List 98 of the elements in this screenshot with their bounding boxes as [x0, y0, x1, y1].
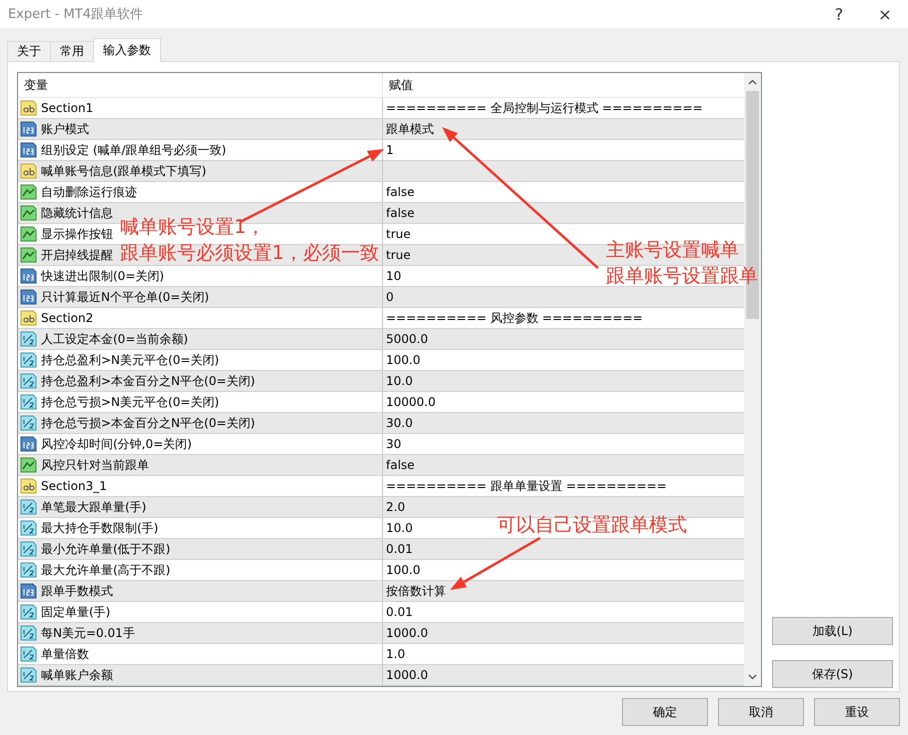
parameter-value[interactable]: 5000.0	[386, 332, 428, 346]
parameter-value[interactable]: 0.01	[386, 542, 413, 556]
parameter-name: 持仓总亏损>N美元平仓(0=关闭)	[41, 394, 220, 410]
annotation-text: 主账号设置喊单	[606, 238, 740, 263]
parameter-value[interactable]: 10	[386, 269, 402, 283]
decimal-type-icon	[20, 520, 37, 536]
parameter-name: Section2	[41, 311, 94, 325]
decimal-type-icon	[20, 415, 37, 431]
parameter-name: 跟单手数模式	[41, 582, 113, 600]
boolean-type-icon	[20, 226, 37, 242]
parameter-name: 最小允许单量(低于不跟)	[41, 540, 170, 558]
parameter-value[interactable]: 1000.0	[386, 626, 428, 640]
parameter-value[interactable]: false	[386, 458, 415, 472]
scroll-up-icon[interactable]	[748, 79, 757, 85]
parameter-value[interactable]: 1.0	[386, 647, 406, 661]
dialog-button[interactable]: 取消	[718, 698, 804, 726]
parameter-value[interactable]: 1000.0	[386, 668, 428, 682]
parameter-value[interactable]: 100.0	[386, 563, 420, 577]
parameter-value[interactable]: true	[386, 227, 411, 241]
close-button[interactable]: ×	[862, 0, 908, 28]
parameter-name: 人工设定本金(0=当前余额)	[41, 330, 188, 348]
integer-type-icon	[20, 289, 37, 305]
scroll-down-icon[interactable]	[748, 674, 757, 680]
column-header[interactable]: 变量	[18, 73, 383, 97]
decimal-type-icon	[20, 625, 37, 641]
annotation-text: 跟单账号必须设置1，必须一致	[120, 241, 380, 266]
parameter-value[interactable]: false	[386, 185, 415, 199]
boolean-type-icon	[20, 457, 37, 473]
parameter-value[interactable]: 0	[386, 290, 394, 304]
dialog-button[interactable]: 重设	[814, 698, 900, 726]
parameter-name: 快速进出限制(0=关闭)	[41, 268, 164, 284]
help-button[interactable]: ?	[816, 0, 862, 28]
parameter-value[interactable]: 1	[386, 143, 394, 157]
decimal-type-icon	[20, 394, 37, 410]
parameter-name: 组别设定 (喊单/跟单组号必须一致)	[41, 142, 226, 158]
parameter-value[interactable]: ========== 跟单单量设置 ==========	[386, 478, 667, 494]
parameter-value[interactable]: 跟单模式	[386, 120, 434, 138]
text-type-icon	[20, 163, 37, 179]
parameter-value[interactable]: true	[386, 248, 411, 262]
parameter-name: 开启掉线提醒	[41, 246, 113, 264]
decimal-type-icon	[20, 373, 37, 389]
parameter-value[interactable]: 10000.0	[386, 395, 436, 409]
parameter-name: 隐藏统计信息	[41, 204, 113, 222]
parameter-name: 固定单量(手)	[41, 604, 110, 620]
annotation-text: 跟单账号设置跟单	[606, 264, 758, 289]
parameter-name: 自动删除运行痕迹	[41, 184, 137, 200]
text-type-icon	[20, 100, 37, 116]
decimal-type-icon	[20, 352, 37, 368]
parameter-name: 只计算最近N个平仓单(0=关闭)	[41, 288, 210, 306]
parameter-name: 持仓总亏损>本金百分之N平仓(0=关闭)	[41, 414, 256, 432]
parameter-name: 持仓总盈利>本金百分之N平仓(0=关闭)	[41, 372, 256, 390]
parameter-name: 单笔最大跟单量(手)	[41, 498, 146, 516]
save-button[interactable]: 保存(S)	[772, 660, 893, 688]
parameter-name: 最大持仓手数限制(手)	[41, 520, 158, 536]
decimal-type-icon	[20, 604, 37, 620]
dialog-button[interactable]: 确定	[622, 698, 708, 726]
decimal-type-icon	[20, 667, 37, 683]
text-type-icon	[20, 478, 37, 494]
parameter-value[interactable]: 2.0	[386, 500, 406, 514]
boolean-type-icon	[20, 247, 37, 263]
parameter-name: Section3_1	[41, 479, 107, 493]
parameter-value[interactable]: 100.0	[386, 353, 420, 367]
decimal-type-icon	[20, 499, 37, 515]
parameter-value[interactable]: 按倍数计算	[386, 582, 446, 600]
column-header[interactable]: 赋值	[383, 73, 744, 97]
parameter-name: 持仓总盈利>N美元平仓(0=关闭)	[41, 352, 220, 368]
parameter-name: 每N美元=0.01手	[41, 624, 135, 642]
integer-type-icon	[20, 121, 37, 137]
boolean-type-icon	[20, 184, 37, 200]
parameter-name: 喊单账号信息(跟单模式下填写)	[41, 162, 206, 180]
decimal-type-icon	[20, 331, 37, 347]
parameter-value[interactable]: ========== 风控参数 ==========	[386, 310, 643, 326]
parameter-name: 单量倍数	[41, 646, 89, 662]
parameter-name: 喊单账户余额	[41, 666, 113, 684]
window-title: Expert - MT4跟单软件	[8, 6, 144, 23]
parameter-name: 最大允许单量(高于不跟)	[41, 562, 170, 578]
annotation-text: 可以自己设置跟单模式	[497, 513, 687, 538]
boolean-type-icon	[20, 205, 37, 221]
parameter-value[interactable]: 10.0	[386, 521, 413, 535]
parameter-name: 风控冷却时间(分钟,0=关闭)	[41, 436, 192, 452]
parameter-name: 账户模式	[41, 120, 89, 138]
tab[interactable]: 输入参数	[93, 38, 161, 62]
decimal-type-icon	[20, 562, 37, 578]
text-type-icon	[20, 310, 37, 326]
parameter-value[interactable]: false	[386, 206, 415, 220]
decimal-type-icon	[20, 646, 37, 662]
parameter-name: 风控只针对当前跟单	[41, 456, 149, 474]
parameter-value[interactable]: 30	[386, 437, 402, 451]
decimal-type-icon	[20, 541, 37, 557]
integer-type-icon	[20, 583, 37, 599]
load-button[interactable]: 加载(L)	[772, 617, 893, 645]
parameter-value[interactable]: 30.0	[386, 416, 413, 430]
parameter-value[interactable]: 0.01	[386, 605, 413, 619]
parameter-name: 显示操作按钮	[41, 226, 113, 242]
parameter-value[interactable]: 10.0	[386, 374, 413, 388]
parameter-value[interactable]: ========== 全局控制与运行模式 ==========	[386, 100, 703, 116]
tab[interactable]: 关于	[7, 41, 51, 62]
parameter-name: Section1	[41, 101, 94, 115]
